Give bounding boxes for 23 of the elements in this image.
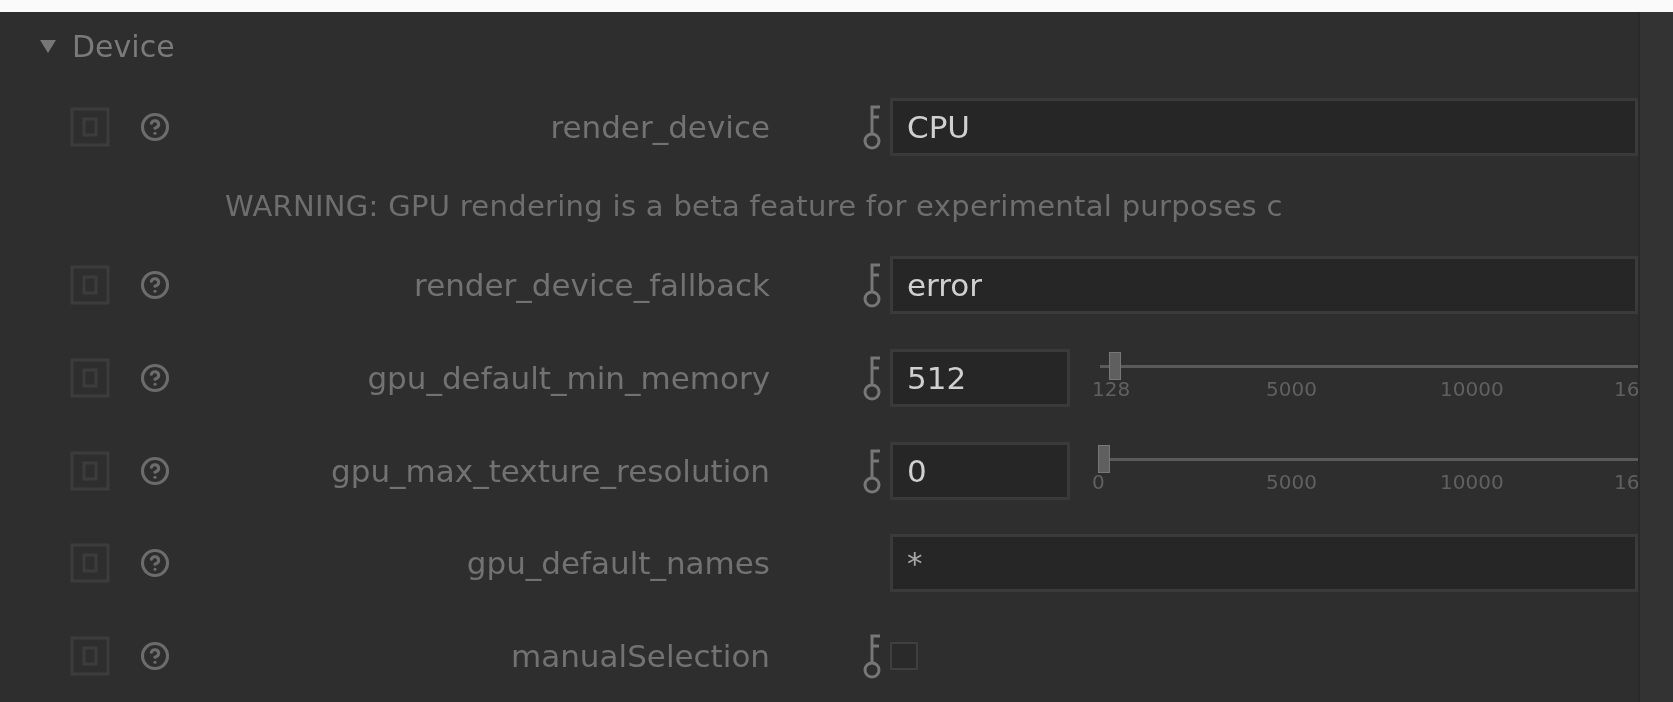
number-field[interactable]: 0 — [890, 441, 1070, 500]
parameter-label: gpu_default_names — [465, 545, 770, 582]
collapse-triangle-icon[interactable] — [38, 38, 58, 55]
dropdown-field[interactable]: error — [890, 256, 1638, 315]
parameter-label: render_device — [549, 108, 770, 145]
section-title: Device — [72, 28, 175, 64]
slider-thumb[interactable] — [1098, 444, 1110, 473]
scrollbar-track[interactable] — [1638, 12, 1673, 702]
number-field[interactable]: 512 — [890, 348, 1070, 407]
help-icon[interactable] — [140, 270, 170, 301]
slider-thumb[interactable] — [1108, 351, 1121, 380]
warning-text: WARNING: GPU rendering is a beta feature for experimental purposes c — [225, 188, 1283, 223]
input-field[interactable]: * — [890, 534, 1638, 593]
help-icon[interactable] — [140, 111, 170, 142]
parameter-label: render_device_fallback — [413, 267, 770, 304]
help-icon[interactable] — [140, 548, 170, 579]
help-icon[interactable] — [140, 640, 170, 671]
help-icon[interactable] — [140, 455, 170, 486]
parameter-label: manualSelection — [510, 637, 770, 674]
parameter-label: gpu_default_min_memory — [366, 359, 770, 396]
help-icon[interactable] — [140, 362, 170, 393]
parameter-label: gpu_max_texture_resolution — [330, 452, 770, 489]
dropdown-field[interactable]: CPU — [890, 97, 1638, 156]
